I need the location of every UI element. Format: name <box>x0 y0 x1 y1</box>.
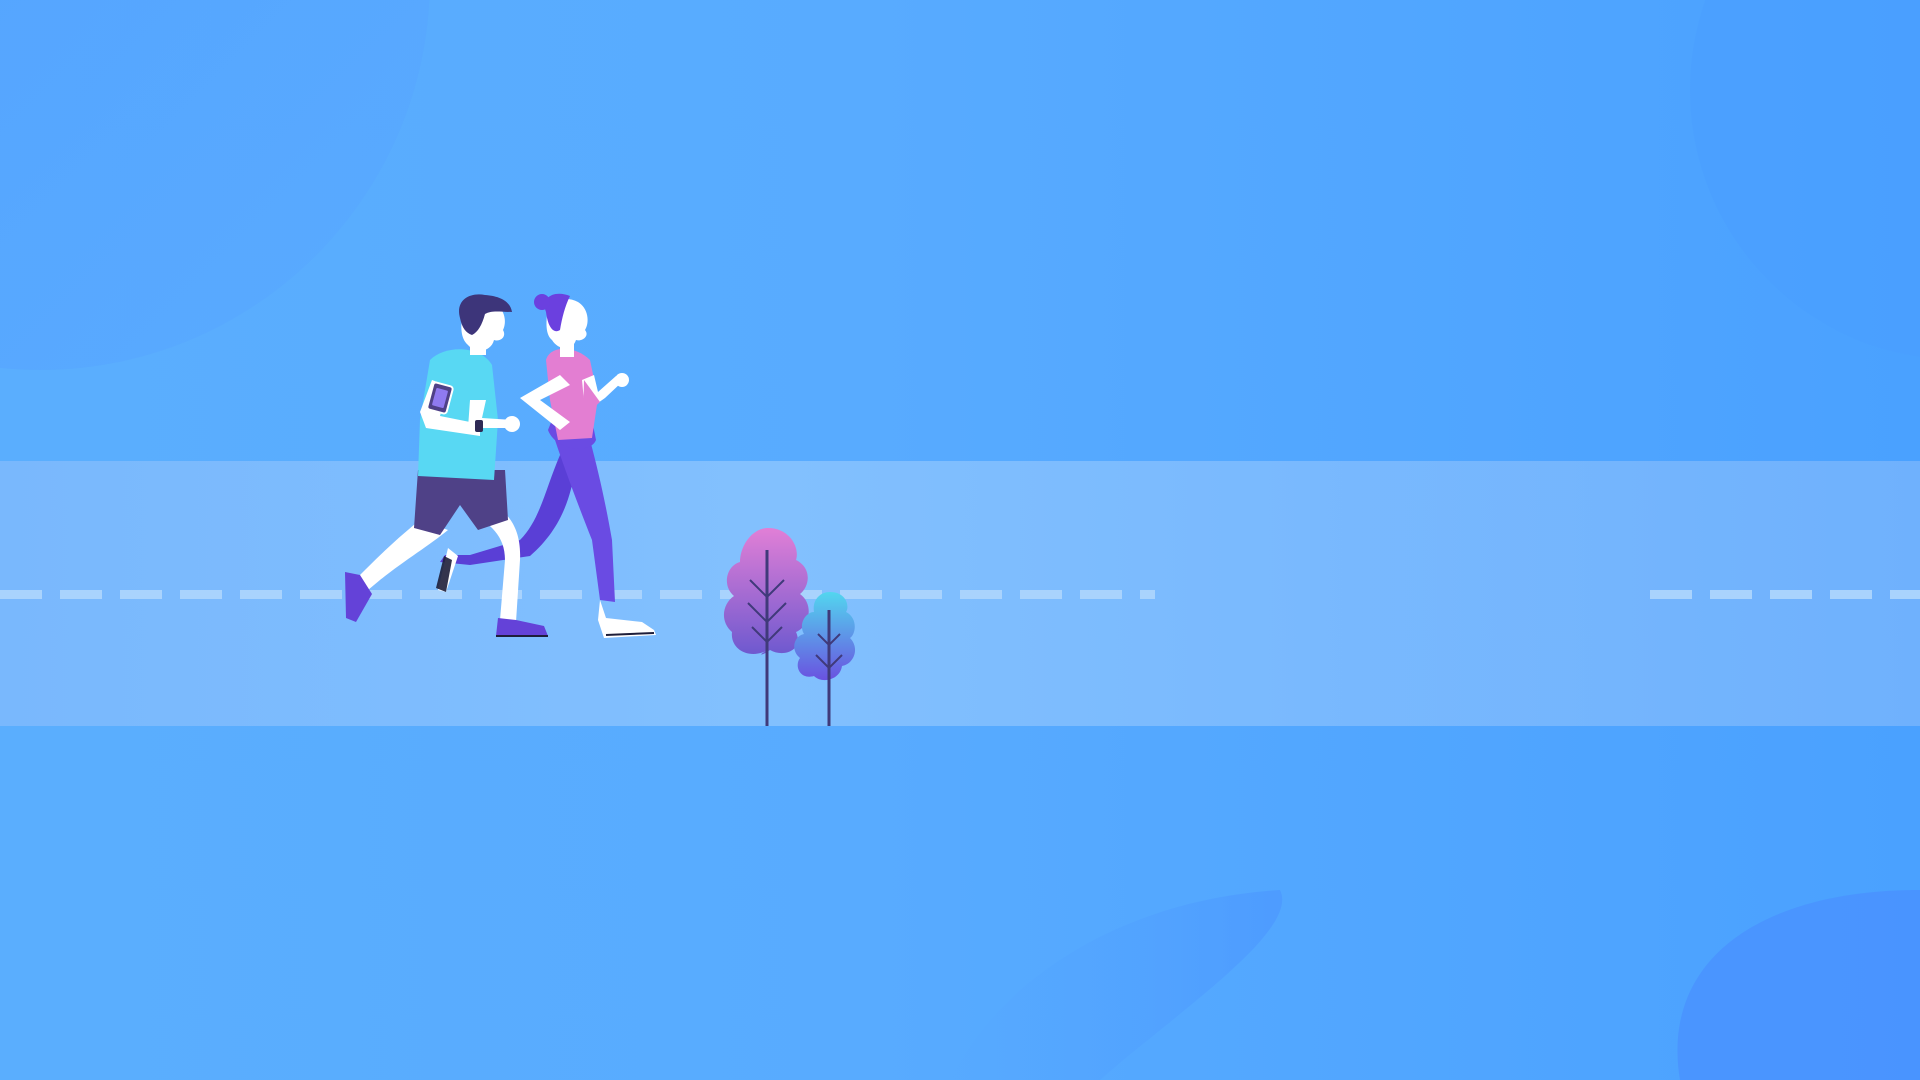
woman-front-leg <box>555 440 615 602</box>
figures <box>345 293 856 726</box>
wristwatch-icon <box>475 420 483 432</box>
running-illustration-scene <box>0 0 1920 1080</box>
man-front-shoe <box>496 618 548 636</box>
plant-large <box>723 528 809 726</box>
